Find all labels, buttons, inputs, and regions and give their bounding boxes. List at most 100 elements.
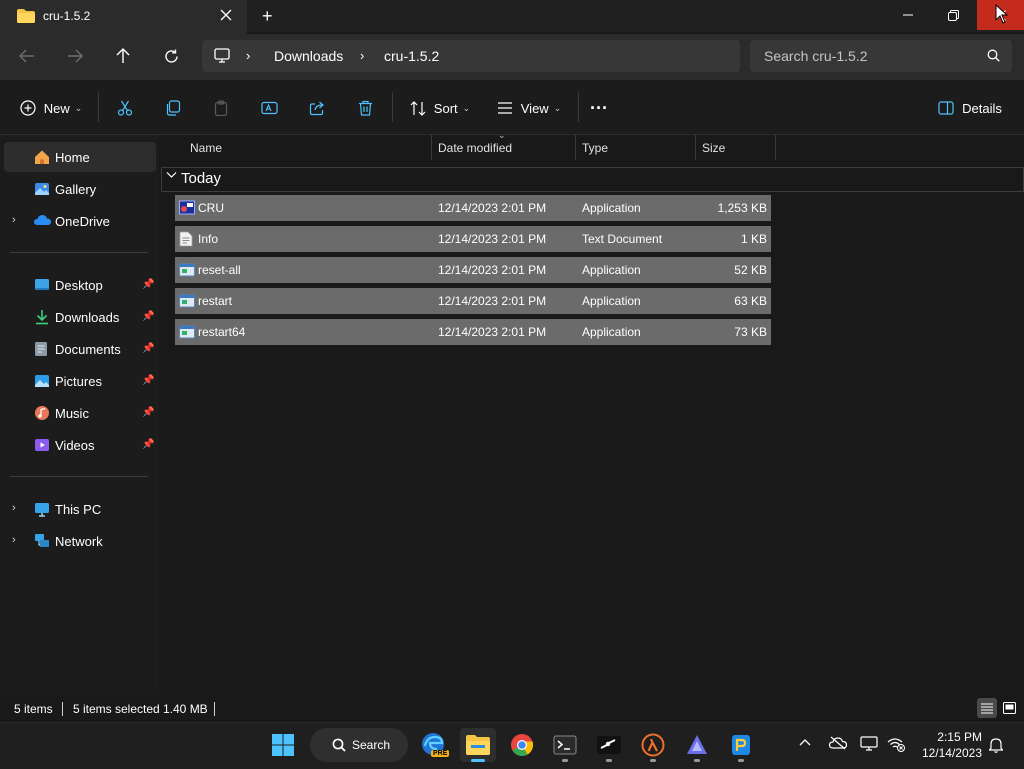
close-tab-icon[interactable]	[220, 9, 232, 21]
triangle-app-icon	[687, 735, 707, 754]
sort-icon	[410, 100, 426, 116]
clock-date[interactable]: 12/14/2023	[906, 746, 982, 760]
column-header-size[interactable]: Size	[702, 141, 725, 155]
steam-taskbar-button[interactable]	[591, 728, 627, 762]
notification-bell-icon[interactable]	[989, 737, 1003, 753]
file-row[interactable]: restart64 12/14/2023 2:01 PM Application…	[175, 319, 771, 345]
sidebar-item-label: Gallery	[55, 181, 97, 197]
breadcrumb-current-folder[interactable]: cru-1.5.2	[384, 48, 439, 64]
details-pane-button[interactable]: Details	[932, 94, 1008, 122]
chrome-taskbar-button[interactable]	[504, 728, 540, 762]
sidebar-item-downloads[interactable]: Downloads 📌	[4, 302, 156, 332]
paste-button[interactable]	[206, 94, 236, 122]
rename-button[interactable]	[254, 94, 284, 122]
delete-button[interactable]	[350, 94, 380, 122]
documents-icon	[34, 341, 50, 357]
column-header-name[interactable]: Name	[190, 141, 222, 155]
sidebar-item-network[interactable]: › Network	[4, 526, 156, 556]
lambda-icon	[641, 733, 665, 757]
half-life-taskbar-button[interactable]	[635, 728, 671, 762]
group-label: Today	[181, 170, 222, 187]
status-divider	[214, 702, 215, 716]
terminal-taskbar-button[interactable]	[547, 728, 583, 762]
search-icon[interactable]	[987, 49, 1000, 62]
file-explorer-taskbar-button[interactable]	[460, 728, 496, 762]
pin-icon[interactable]: 📌	[142, 311, 154, 322]
file-row[interactable]: restart 12/14/2023 2:01 PM Application 6…	[175, 288, 771, 314]
network-status-icon[interactable]	[886, 736, 906, 752]
collapse-chevron-icon[interactable]	[166, 171, 177, 179]
affinity-taskbar-button[interactable]	[679, 728, 715, 762]
sidebar-item-documents[interactable]: Documents 📌	[4, 334, 156, 364]
terminal-icon	[553, 735, 577, 755]
file-date: 12/14/2023 2:01 PM	[438, 263, 547, 277]
file-size: 63 KB	[734, 294, 767, 308]
more-options-button[interactable]: ···	[584, 94, 614, 122]
sidebar-item-onedrive[interactable]: › OneDrive	[4, 206, 156, 236]
back-button[interactable]	[11, 42, 43, 70]
pin-icon[interactable]: 📌	[142, 439, 154, 450]
chevron-down-icon: ⌄	[74, 102, 83, 113]
file-type: Application	[582, 325, 641, 339]
copy-button[interactable]	[158, 94, 188, 122]
edge-beta-taskbar-button[interactable]: PRE	[416, 728, 452, 762]
search-input[interactable]: Search cru-1.5.2	[764, 48, 868, 64]
scissors-icon	[117, 100, 133, 116]
forward-arrow-icon	[68, 49, 83, 63]
new-tab-button[interactable]: +	[262, 6, 273, 27]
sidebar-item-home[interactable]: Home	[4, 142, 156, 172]
file-size: 1 KB	[740, 232, 767, 246]
forward-button[interactable]	[59, 42, 91, 70]
breadcrumb-chevron-icon[interactable]: ›	[246, 48, 250, 63]
paint-app-taskbar-button[interactable]	[723, 728, 759, 762]
file-row[interactable]: Info 12/14/2023 2:01 PM Text Document 1 …	[175, 226, 771, 252]
expand-chevron-icon[interactable]: ›	[12, 534, 16, 546]
column-divider[interactable]	[775, 135, 776, 160]
running-app-indicator	[650, 759, 656, 762]
display-tray-icon[interactable]	[860, 736, 878, 751]
sidebar-item-videos[interactable]: Videos 📌	[4, 430, 156, 460]
refresh-button[interactable]	[155, 42, 187, 70]
pin-icon[interactable]: 📌	[142, 407, 154, 418]
onedrive-tray-icon[interactable]	[829, 736, 847, 750]
pin-icon[interactable]: 📌	[142, 279, 154, 290]
pin-icon[interactable]: 📌	[142, 375, 154, 386]
file-row[interactable]: CRU 12/14/2023 2:01 PM Application 1,253…	[175, 195, 771, 221]
column-divider[interactable]	[695, 135, 696, 160]
tiles-view-button[interactable]	[999, 698, 1019, 718]
sidebar-item-gallery[interactable]: Gallery	[4, 174, 156, 204]
taskbar-search-button[interactable]: Search	[310, 728, 408, 762]
sidebar-item-this-pc[interactable]: › This PC	[4, 494, 156, 524]
plus-circle-icon	[20, 100, 36, 116]
explorer-tab[interactable]	[0, 0, 247, 34]
trash-icon	[358, 100, 372, 116]
column-divider[interactable]	[575, 135, 576, 160]
column-header-date[interactable]: Date modified	[438, 141, 512, 155]
breadcrumb-chevron-icon[interactable]: ›	[360, 48, 364, 63]
sort-button[interactable]: Sort ⌄	[404, 94, 476, 122]
breadcrumb-downloads[interactable]: Downloads	[274, 48, 343, 64]
selected-size: 1.40 MB	[163, 702, 208, 716]
view-button[interactable]: View ⌄	[491, 94, 567, 122]
clock-time[interactable]: 2:15 PM	[916, 730, 982, 744]
details-view-button[interactable]	[977, 698, 997, 718]
show-hidden-icons-chevron-icon[interactable]	[799, 738, 811, 746]
start-button[interactable]	[265, 728, 301, 762]
expand-chevron-icon[interactable]: ›	[12, 502, 16, 514]
new-button[interactable]: New ⌄	[16, 94, 86, 122]
sidebar-item-label: Pictures	[55, 373, 102, 389]
cut-button[interactable]	[110, 94, 140, 122]
minimize-button[interactable]	[885, 0, 931, 30]
restore-button[interactable]	[930, 0, 976, 30]
column-divider[interactable]	[431, 135, 432, 160]
group-header-today[interactable]	[161, 167, 1024, 192]
sidebar-item-music[interactable]: Music 📌	[4, 398, 156, 428]
sidebar-item-desktop[interactable]: Desktop 📌	[4, 270, 156, 300]
pin-icon[interactable]: 📌	[142, 343, 154, 354]
share-button[interactable]	[302, 94, 332, 122]
file-row[interactable]: reset-all 12/14/2023 2:01 PM Application…	[175, 257, 771, 283]
column-header-type[interactable]: Type	[582, 141, 608, 155]
sidebar-item-pictures[interactable]: Pictures 📌	[4, 366, 156, 396]
expand-chevron-icon[interactable]: ›	[12, 214, 16, 226]
up-button[interactable]	[107, 42, 139, 70]
